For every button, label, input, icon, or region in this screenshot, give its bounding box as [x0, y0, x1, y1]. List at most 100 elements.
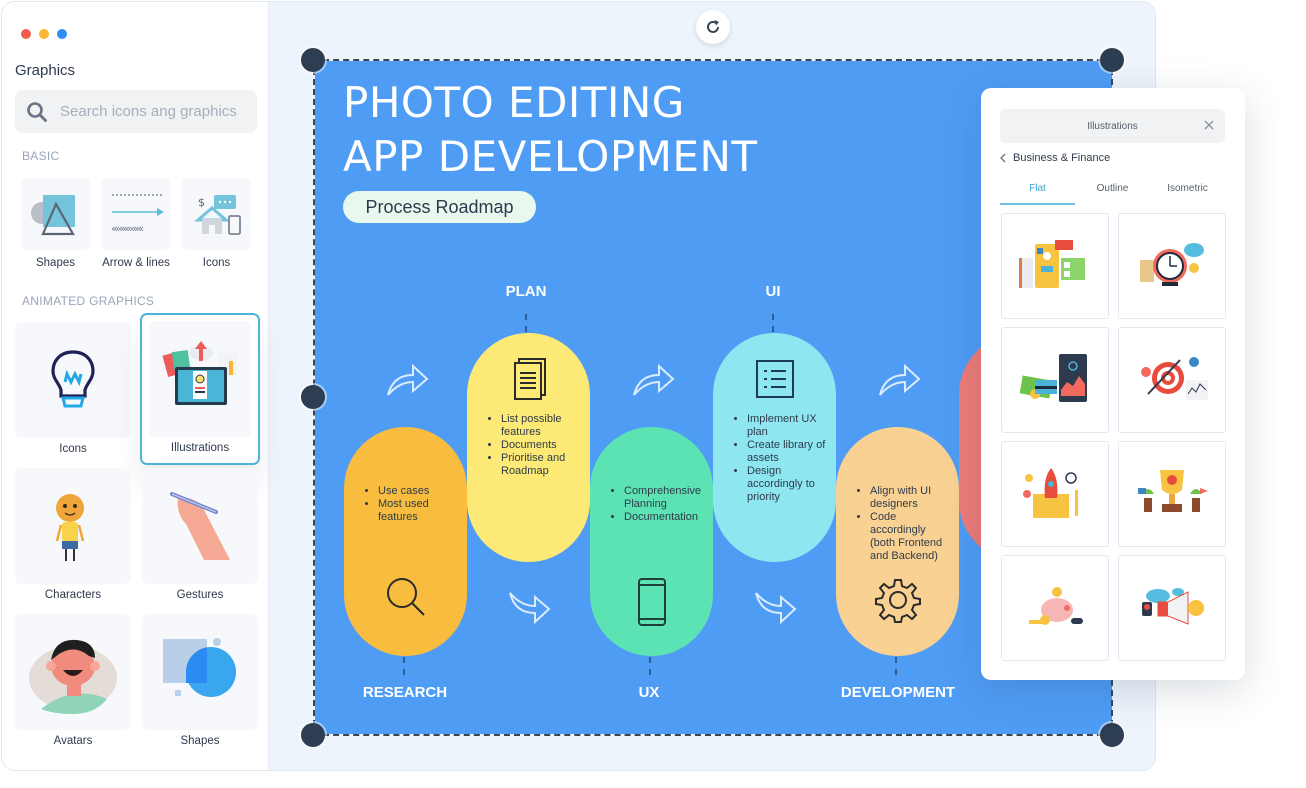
sidebar-title: Graphics	[15, 62, 76, 79]
tablet-illustration-icon	[162, 341, 237, 405]
stage-label-ui: UI	[765, 283, 781, 300]
resize-handle-bottom-left[interactable]	[301, 723, 325, 747]
graphics-sidebar: Graphics BASIC Shapes	[2, 2, 269, 770]
thumbnail-target[interactable]	[1118, 327, 1226, 433]
animated-item-label: Icons	[59, 443, 87, 455]
basic-item-label: Arrow & lines	[102, 257, 170, 269]
panel-search-value: Illustrations	[1087, 120, 1138, 132]
window-minimize-button[interactable]	[39, 29, 49, 39]
connector-development	[895, 657, 897, 675]
thumbnail-trophy[interactable]	[1118, 441, 1226, 547]
connector-research	[403, 657, 405, 675]
graphics-search-box[interactable]	[15, 90, 257, 133]
curved-arrow-icon	[879, 363, 921, 396]
title-line-2: APP DEVELOPMENT	[343, 132, 758, 181]
window-controls	[21, 29, 67, 39]
stage-label-plan: PLAN	[505, 283, 547, 300]
curved-arrow-down-icon	[755, 592, 797, 625]
icons-house-icon: $	[193, 195, 241, 235]
arrows-lines-icon: ‹‹‹‹‹‹‹‹‹‹‹‹‹	[111, 194, 164, 235]
stage-development[interactable]: Align with UI designers Code accordingly…	[836, 427, 959, 656]
stage-bullets: List possible features Documents Priorit…	[487, 413, 580, 478]
animated-item-illustrations[interactable]: Illustrations	[140, 313, 260, 465]
stage-research[interactable]: Use cases Most used features	[344, 427, 467, 656]
close-icon[interactable]	[1203, 119, 1215, 131]
smartphone-icon	[637, 578, 666, 626]
basic-section-label: BASIC	[22, 149, 60, 163]
curved-arrow-icon	[633, 363, 675, 396]
resize-handle-top-right[interactable]	[1100, 48, 1124, 72]
animated-item-label: Characters	[44, 589, 102, 601]
list-icon	[755, 360, 794, 398]
lightbulb-icon	[51, 350, 95, 408]
window-maximize-button[interactable]	[57, 29, 67, 39]
rocket-launch-illustration	[1023, 468, 1078, 518]
animated-item-label: Avatars	[53, 735, 93, 747]
tab-isometric[interactable]: Isometric	[1150, 183, 1225, 205]
gear-icon	[874, 579, 921, 623]
stage-ux[interactable]: Comprehensive Planning Documentation	[590, 427, 713, 656]
connector-ui	[772, 314, 774, 332]
animated-item-label: Gestures	[176, 589, 224, 601]
graphics-search-input[interactable]	[60, 103, 250, 120]
stage-bullets: Implement UX plan Create library of asse…	[733, 413, 826, 504]
megaphone-illustration	[1142, 588, 1204, 625]
style-tabs: Flat Outline Isometric	[1000, 183, 1225, 205]
target-arrow-illustration	[1141, 357, 1208, 400]
stage-label-ux: UX	[638, 684, 660, 701]
stage-label-development: DEVELOPMENT	[840, 684, 956, 701]
thumbnail-clock[interactable]	[1118, 213, 1226, 319]
trophy-illustration	[1138, 470, 1208, 512]
magnifier-icon	[386, 578, 425, 616]
curved-arrow-down-icon	[509, 592, 551, 625]
money-mobile-illustration	[1019, 354, 1087, 402]
search-icon	[27, 101, 47, 122]
tab-outline[interactable]: Outline	[1075, 183, 1150, 205]
documents-icon	[513, 358, 546, 400]
piggy-bank-illustration	[1029, 587, 1083, 625]
category-label: Business & Finance	[1013, 152, 1111, 164]
stage-bullets: Align with UI designers Code accordingly…	[856, 485, 953, 563]
window-close-button[interactable]	[21, 29, 31, 39]
clock-coffee-illustration	[1140, 243, 1204, 286]
character-icon	[55, 494, 85, 561]
thumbnail-piggy-bank[interactable]	[1001, 555, 1109, 661]
animated-item-label: Illustrations	[170, 442, 230, 454]
resize-handle-bottom-right[interactable]	[1100, 723, 1124, 747]
basic-item-label: Shapes	[35, 257, 75, 269]
resize-handle-left[interactable]	[301, 385, 325, 409]
svg-text:‹‹‹‹‹‹‹‹‹‹‹‹‹: ‹‹‹‹‹‹‹‹‹‹‹‹‹	[111, 222, 144, 235]
chevron-left-icon	[1000, 153, 1006, 163]
subtitle-pill: Process Roadmap	[343, 191, 536, 223]
thumbnail-rocket[interactable]	[1001, 441, 1109, 547]
title-line-1: PHOTO EDITING	[343, 78, 685, 127]
stage-bullets: Use cases Most used features	[364, 485, 457, 524]
tab-flat[interactable]: Flat	[1000, 183, 1075, 205]
stage-plan[interactable]: List possible features Documents Priorit…	[467, 333, 590, 562]
curved-arrow-icon	[387, 363, 429, 396]
connector-ux	[649, 657, 651, 675]
shapes-icon	[31, 195, 75, 236]
svg-text:$: $	[198, 196, 205, 209]
thumbnail-money-mobile[interactable]	[1001, 327, 1109, 433]
stage-label-research: RESEARCH	[362, 684, 448, 701]
animated-item-label: Shapes	[180, 735, 220, 747]
thumbnail-megaphone[interactable]	[1118, 555, 1226, 661]
basic-item-label: Icons	[202, 257, 231, 269]
resize-handle-top-left[interactable]	[301, 48, 325, 72]
illustrations-panel: Illustrations Business & Finance Flat Ou…	[981, 88, 1245, 680]
stage-ui[interactable]: Implement UX plan Create library of asse…	[713, 333, 836, 562]
stage-bullets: Comprehensive Planning Documentation	[610, 485, 703, 524]
shapes-circle-icon	[163, 638, 236, 697]
avatar-face-icon	[29, 639, 117, 714]
back-to-category-button[interactable]: Business & Finance	[1000, 152, 1110, 164]
hand-pen-icon	[170, 492, 230, 560]
recruitment-illustration	[1019, 240, 1085, 288]
animated-section-label: ANIMATED GRAPHICS	[22, 294, 155, 308]
panel-search-field[interactable]: Illustrations	[1000, 109, 1225, 143]
rotate-button[interactable]	[696, 10, 730, 44]
thumbnail-recruitment[interactable]	[1001, 213, 1109, 319]
rotate-icon	[707, 20, 719, 33]
connector-plan	[525, 314, 527, 332]
artboard-title: PHOTO EDITING APP DEVELOPMENT	[343, 76, 758, 184]
